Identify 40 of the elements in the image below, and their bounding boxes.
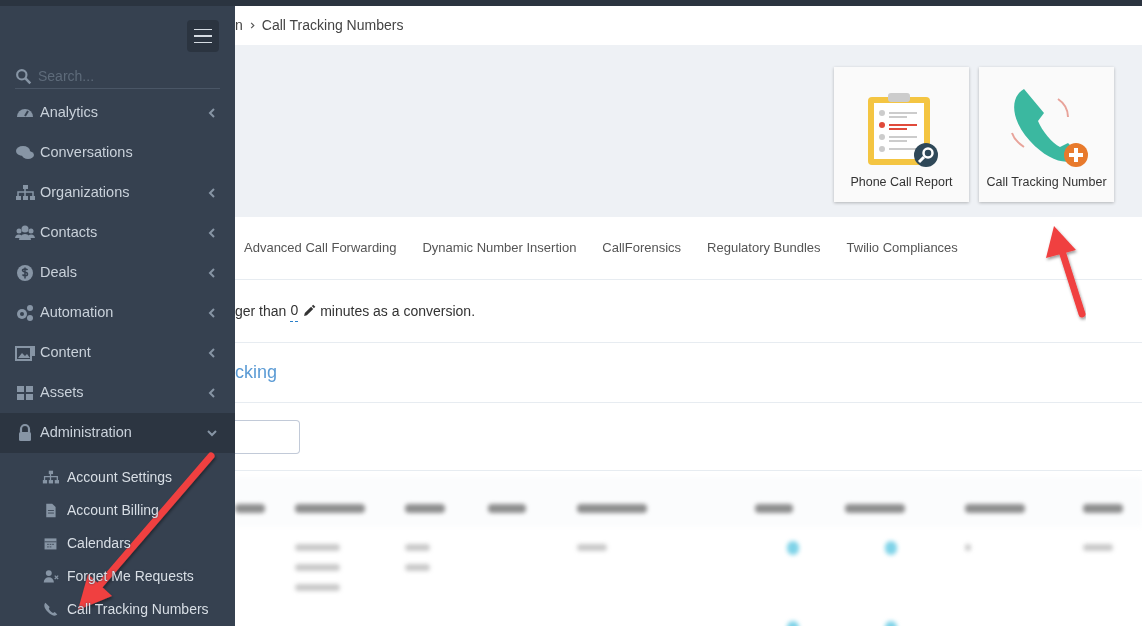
- search-icon: [15, 68, 32, 85]
- shortcut-tile[interactable]: Phone Call Report: [834, 67, 969, 202]
- sidebar-item[interactable]: Content: [0, 333, 235, 373]
- sidebar-subitem[interactable]: Calendars: [0, 527, 235, 560]
- editable-value[interactable]: 0: [290, 300, 299, 322]
- sidebar-item[interactable]: Deals: [0, 253, 235, 293]
- section-title: cking: [235, 361, 278, 384]
- pencil-icon: [302, 304, 317, 318]
- sidebar-subitem[interactable]: Account Settings: [0, 461, 235, 494]
- phone-icon: [42, 601, 59, 618]
- note-text: minutes as a conversion.: [320, 301, 476, 321]
- input-field[interactable]: [235, 419, 300, 454]
- image-frame-icon: [15, 343, 35, 363]
- tab[interactable]: CallForensics: [602, 234, 682, 262]
- shortcut-tile[interactable]: Call Tracking Number: [979, 67, 1114, 202]
- breadcrumb-link[interactable]: n: [235, 15, 243, 36]
- sidebar-item[interactable]: Conversations: [0, 133, 235, 173]
- sidebar-item[interactable]: Administration: [0, 413, 235, 453]
- sitemap-icon: [15, 183, 35, 203]
- tab[interactable]: Regulatory Bundles: [707, 234, 821, 262]
- sidebar-item[interactable]: Automation: [0, 293, 235, 333]
- sidebar-item[interactable]: Assets: [0, 373, 235, 413]
- sitemap-icon: [42, 469, 59, 486]
- gears-icon: [15, 303, 35, 323]
- user-remove-icon: [42, 568, 59, 585]
- tab[interactable]: Twilio Compliances: [846, 234, 958, 262]
- sidebar-item[interactable]: Contacts: [0, 213, 235, 253]
- sidebar-subitem[interactable]: Account Billing: [0, 494, 235, 527]
- grid-icon: [15, 383, 35, 403]
- breadcrumb-current: Call Tracking Numbers: [261, 16, 404, 35]
- sidebar-subitem[interactable]: Call Tracking Numbers: [0, 593, 235, 626]
- dollar-coin-icon: [15, 263, 35, 283]
- sidebar-item[interactable]: Analytics: [0, 93, 235, 133]
- sidebar-item[interactable]: Organizations: [0, 173, 235, 213]
- users-icon: [15, 223, 35, 243]
- menu-button[interactable]: [187, 20, 219, 52]
- tab[interactable]: Dynamic Number Insertion: [422, 234, 577, 262]
- tab[interactable]: Advanced Call Forwarding: [244, 234, 397, 262]
- note-text: ger than: [235, 301, 287, 321]
- calendar-icon: [42, 535, 59, 552]
